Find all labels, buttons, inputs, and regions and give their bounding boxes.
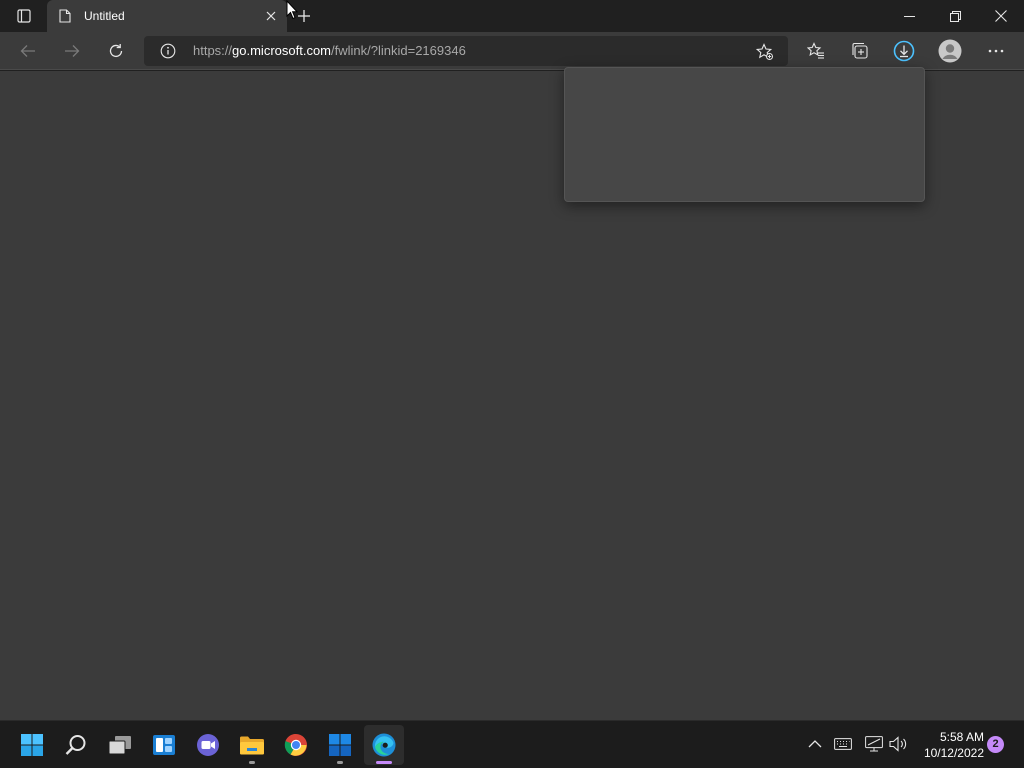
arrow-right-icon — [65, 45, 80, 57]
task-view-icon — [108, 736, 131, 755]
collections-icon — [852, 42, 868, 59]
downloads-button[interactable] — [888, 35, 920, 67]
active-indicator — [376, 761, 392, 764]
download-icon — [893, 40, 915, 62]
chevron-up-icon — [808, 740, 822, 748]
microsoft-store-button[interactable] — [320, 725, 360, 765]
more-icon — [988, 49, 1004, 53]
windows-start-icon — [21, 734, 43, 756]
arrow-left-icon — [20, 45, 35, 57]
start-button[interactable] — [12, 725, 52, 765]
collections-button[interactable] — [844, 35, 876, 67]
url-path: /fwlink/?linkid=2169346 — [331, 43, 466, 58]
edge-button[interactable] — [364, 725, 404, 765]
chrome-button[interactable] — [276, 725, 316, 765]
mouse-cursor-icon — [286, 0, 298, 20]
tab-title: Untitled — [84, 9, 125, 23]
restore-button[interactable] — [932, 0, 978, 32]
running-indicator — [249, 761, 255, 764]
volume-button[interactable] — [888, 733, 910, 755]
search-button[interactable] — [56, 725, 96, 765]
volume-icon — [889, 736, 907, 752]
taskbar: 5:58 AM 10/12/2022 — [0, 720, 1024, 768]
avatar — [938, 39, 962, 63]
site-info-icon[interactable] — [160, 43, 176, 59]
running-indicator — [337, 761, 343, 764]
plus-icon — [298, 10, 310, 22]
tab-actions-button[interactable] — [8, 4, 40, 28]
url-text[interactable]: https://go.microsoft.com/fwlink/?linkid=… — [193, 43, 466, 58]
notification-badge[interactable]: 2 — [987, 736, 1004, 753]
url-scheme: https:// — [193, 43, 233, 58]
teams-chat-button[interactable] — [188, 725, 228, 765]
settings-more-button[interactable] — [980, 35, 1012, 67]
chrome-icon — [284, 733, 307, 756]
close-tab-icon[interactable] — [263, 8, 279, 24]
clock-time: 5:58 AM — [939, 730, 984, 744]
network-icon — [865, 736, 883, 752]
page-icon — [57, 8, 73, 24]
file-explorer-button[interactable] — [232, 725, 272, 765]
back-button[interactable] — [12, 35, 44, 67]
edge-icon — [372, 733, 396, 757]
minimize-icon — [903, 15, 915, 17]
title-bar: Untitled — [0, 0, 1024, 32]
restore-icon — [949, 10, 961, 22]
teams-chat-icon — [197, 734, 219, 756]
downloads-flyout — [564, 67, 925, 202]
keyboard-icon — [834, 738, 852, 750]
touch-keyboard-button[interactable] — [832, 733, 854, 755]
forward-button[interactable] — [56, 35, 88, 67]
url-host: go.microsoft.com — [232, 43, 332, 58]
widgets-button[interactable] — [144, 725, 184, 765]
widgets-icon — [153, 735, 175, 755]
show-hidden-icons-button[interactable] — [804, 733, 826, 755]
minimize-button[interactable] — [886, 0, 932, 32]
close-window-button[interactable] — [978, 0, 1024, 32]
task-view-button[interactable] — [100, 725, 140, 765]
microsoft-store-icon — [329, 734, 351, 756]
file-explorer-icon — [240, 736, 264, 755]
address-bar[interactable]: https://go.microsoft.com/fwlink/?linkid=… — [144, 36, 788, 66]
favorites-button[interactable] — [800, 35, 832, 67]
clock[interactable]: 5:58 AM 10/12/2022 — [918, 729, 984, 761]
add-favorite-icon[interactable] — [755, 42, 775, 62]
browser-toolbar: https://go.microsoft.com/fwlink/?linkid=… — [0, 32, 1024, 70]
clock-date: 10/12/2022 — [923, 746, 984, 760]
tab-actions-icon — [17, 9, 31, 23]
browser-tab[interactable]: Untitled — [47, 0, 287, 32]
search-icon — [65, 735, 86, 755]
refresh-button[interactable] — [100, 35, 132, 67]
profile-button[interactable] — [934, 35, 966, 67]
favorites-icon — [807, 42, 824, 59]
close-icon — [995, 10, 1007, 22]
network-button[interactable] — [863, 733, 885, 755]
refresh-icon — [109, 44, 123, 58]
